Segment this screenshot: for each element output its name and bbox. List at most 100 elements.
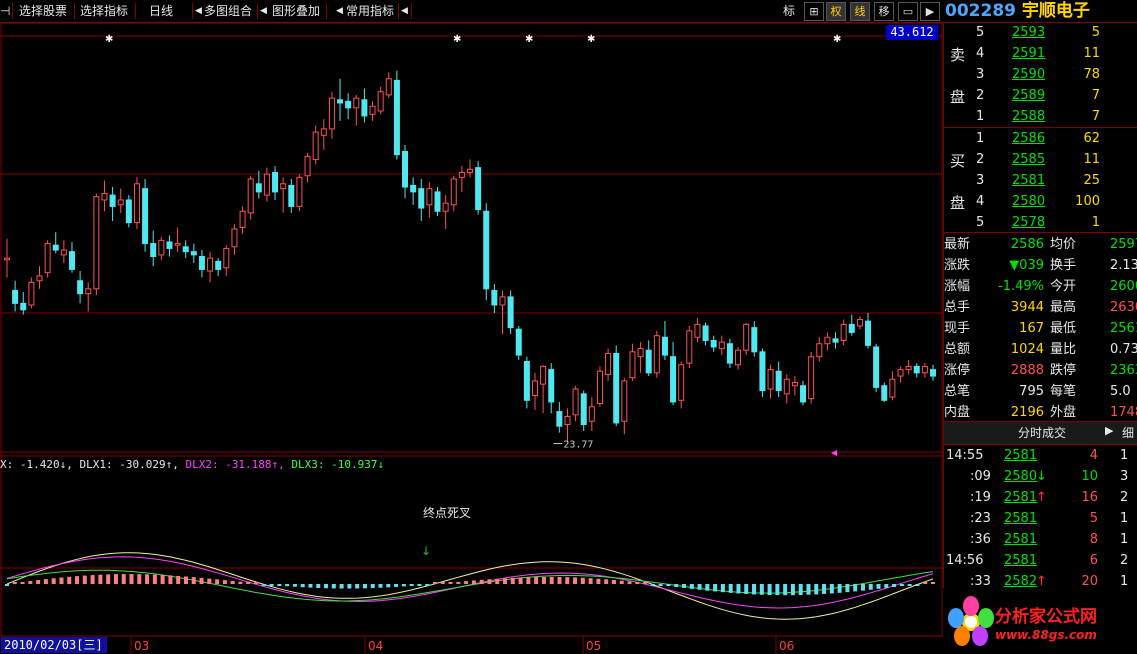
stat-value-left: 795 xyxy=(1019,384,1044,399)
candle-body xyxy=(735,349,742,366)
mark-button[interactable]: 标 xyxy=(783,1,795,21)
indicator-bar xyxy=(20,581,25,584)
candle-body xyxy=(686,330,693,364)
candle-body xyxy=(726,343,733,364)
buy-volume: 1 xyxy=(1091,215,1100,230)
stat-key-left: 总手 xyxy=(944,300,971,315)
trade-count: 1 xyxy=(1120,448,1129,463)
select-stock-button[interactable]: 选择股票 xyxy=(19,1,67,21)
stat-value-right: 2.13% xyxy=(1110,258,1137,273)
trade-volume: 4 xyxy=(1089,448,1098,463)
indicator-bar xyxy=(432,582,437,584)
indicator-panel: ↓ xyxy=(5,544,935,620)
overlay-arrow-icon[interactable]: ◀ xyxy=(260,1,267,21)
indicator-bar xyxy=(43,579,48,584)
common-indicator-dropdown-icon[interactable]: ◀ xyxy=(401,1,408,21)
sell-level-row[interactable]: 4 2591 11 xyxy=(944,43,1137,64)
indicator-bar xyxy=(845,584,850,593)
buy-volume: 62 xyxy=(1083,131,1100,146)
indicator-bar xyxy=(487,579,492,584)
candle-body xyxy=(450,178,457,206)
candle-body xyxy=(621,380,628,422)
select-indicator-button[interactable]: 选择指标 xyxy=(80,1,128,21)
flower-logo-icon xyxy=(948,596,994,646)
candle-body xyxy=(637,348,644,358)
candle-body xyxy=(897,369,904,377)
sell-price: 2591 xyxy=(1012,46,1046,61)
grid-icon[interactable]: ⊞ xyxy=(804,2,824,21)
trade-time: 14:56 xyxy=(946,553,984,568)
stock-name: 宇顺电子 xyxy=(1021,1,1090,21)
tab-detail[interactable]: 细 xyxy=(1122,424,1134,441)
trade-time: 14:55 xyxy=(946,448,984,463)
indicator-bar xyxy=(619,580,624,584)
indicator-bar xyxy=(113,574,118,584)
indicator-bar xyxy=(627,581,632,584)
stat-row: 总笔 795 每笔 5.0 xyxy=(944,381,1137,402)
common-indicator-arrow-icon[interactable]: ◀ xyxy=(336,1,343,21)
tab-time-trades[interactable]: 分时成交 xyxy=(1018,424,1066,441)
indicator-bar xyxy=(736,584,741,594)
indicator-bar xyxy=(822,584,827,594)
sell-level: 5 xyxy=(976,25,985,40)
indicator-bar xyxy=(82,575,87,584)
candle-body xyxy=(743,323,750,351)
play-icon[interactable]: ▶ xyxy=(920,2,940,21)
sell-level-row[interactable]: 3 2590 78 xyxy=(944,64,1137,85)
multi-chart-button[interactable]: 多图组合 xyxy=(204,1,252,21)
sell-level-row[interactable]: 5 2593 5 xyxy=(944,22,1137,43)
line-button[interactable]: 线 xyxy=(850,2,870,21)
trade-row: :23 2581 5 1 xyxy=(944,508,1137,529)
candle-body xyxy=(442,202,449,212)
buy-level-row[interactable]: 5 2578 1 xyxy=(944,212,1137,233)
sell-level: 4 xyxy=(976,46,985,61)
rights-adjust-button[interactable]: 权 xyxy=(826,2,846,21)
buy-level-row[interactable]: 1 2586 62 xyxy=(944,128,1137,149)
stat-key-right: 换手 xyxy=(1050,258,1077,273)
common-indicator-button[interactable]: 常用指标 xyxy=(346,1,394,21)
indicator-bar xyxy=(261,584,266,586)
candle-body xyxy=(905,365,912,371)
trade-price: 2581 xyxy=(1004,553,1038,568)
candle-body xyxy=(572,388,579,416)
site-logo: 分析家公式网 www.88gs.com xyxy=(943,588,1137,654)
multi-chart-arrow-icon[interactable]: ◀ xyxy=(195,1,202,21)
buy-level-row[interactable]: 3 2581 25 xyxy=(944,170,1137,191)
move-button[interactable]: 移 xyxy=(874,2,894,21)
buy-level-row[interactable]: 2 2585 11 xyxy=(944,149,1137,170)
stat-value-left: 2196 xyxy=(1010,405,1044,420)
trade-time: :09 xyxy=(970,469,991,484)
candle-body xyxy=(288,184,295,207)
period-daily-button[interactable]: 日线 xyxy=(149,1,173,21)
indicator-bar xyxy=(798,584,803,595)
window-icon[interactable]: ▭ xyxy=(898,2,918,21)
trade-direction-icon: ↓ xyxy=(1036,469,1047,484)
stat-key-left: 总额 xyxy=(944,342,971,357)
sell-level-row[interactable]: 2 2589 7 xyxy=(944,85,1137,106)
stat-key-right: 均价 xyxy=(1050,237,1077,252)
indicator-bar xyxy=(705,584,710,591)
indicator-bar xyxy=(121,574,126,584)
candle-body xyxy=(930,369,936,377)
trade-row: :36 2581 8 1 xyxy=(944,529,1137,550)
indicator-bar xyxy=(75,576,80,584)
indicator-bar xyxy=(246,582,251,584)
quote-panel: 卖 盘 5 2593 5 4 2591 11 3 2590 78 2 2589 … xyxy=(943,22,1137,654)
kline-chart[interactable]: ↓ 23.77 ✱ ✱ ✱ ✱ ✱ 03 04 05 06 xyxy=(0,22,943,654)
stat-key-right: 量比 xyxy=(1050,342,1077,357)
candle-body xyxy=(467,168,473,173)
candle-body xyxy=(783,378,790,395)
stat-row: 最新 2586 均价 2597 xyxy=(944,234,1137,255)
candle-body xyxy=(4,257,10,261)
buy-level: 1 xyxy=(976,131,985,146)
chart-overlay-button[interactable]: 图形叠加 xyxy=(272,1,320,21)
trade-time: :36 xyxy=(970,532,991,547)
indicator-bar xyxy=(425,584,430,586)
candle-body xyxy=(824,336,831,345)
legend-x: X: -1.420↓, xyxy=(0,458,73,471)
indicator-bar xyxy=(829,584,834,594)
tab-arrow-icon[interactable]: ▶ xyxy=(1105,424,1113,437)
buy-level-row[interactable]: 4 2580 100 xyxy=(944,191,1137,212)
sell-level-row[interactable]: 1 2588 7 xyxy=(944,106,1137,127)
indicator-bar xyxy=(915,584,920,586)
